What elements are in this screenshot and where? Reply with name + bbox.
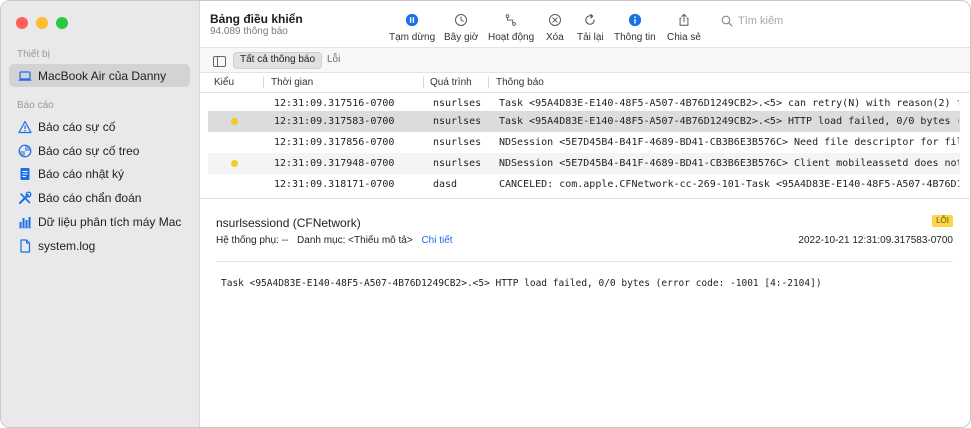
sidebar: Thiết bị MacBook Air của Danny Báo cáo B… [1,1,200,427]
row-process: nsurlsessiond [433,137,481,148]
column-divider[interactable] [423,76,424,88]
sidebar-item-label: Báo cáo sự cố [38,119,116,134]
sidebar-item-label: system.log [38,238,96,253]
column-header-process[interactable]: Quá trình [430,77,472,88]
column-divider[interactable] [263,76,264,88]
search-field [714,11,964,31]
section-label-reports: Báo cáo [17,100,54,111]
column-divider[interactable] [488,76,489,88]
row-process: nsurlsessiond [433,158,481,169]
divider [216,261,953,262]
error-indicator [231,118,238,125]
filter-bar: Tất cả thông báo Lỗi [200,47,970,73]
bar-chart-icon [18,215,32,229]
sidebar-item-diagnostic-reports[interactable]: Báo cáo chẩn đoán [9,186,190,209]
row-message: NDSession <5E7D45B4-B41F-4689-BD41-CB3B6… [499,158,959,169]
detail-message: Task <95A4D83E-E140-48F5-A507-4B76D1249C… [221,278,822,289]
details-link[interactable]: Chi tiết [421,235,452,246]
reload-button[interactable]: Tải lại [577,12,604,43]
row-process: dasd [433,179,458,190]
filter-all-messages[interactable]: Tất cả thông báo [233,52,323,69]
detail-meta: Hệ thống phụ: -- Danh mục: <Thiếu mô tả>… [216,235,453,246]
sidebar-item-label: MacBook Air của Danny [38,68,167,83]
clock-arrow-icon [453,12,469,28]
laptop-icon [18,69,32,83]
spinner-icon [18,144,32,158]
table-row[interactable]: 12:31:09.317948-0700 nsurlsessiond NDSes… [208,153,960,174]
clear-button[interactable]: Xóa [546,12,564,43]
message-count: 94.089 thông báo [210,26,288,37]
table-row[interactable]: 12:31:09.318171-0700 dasd CANCELED: com.… [208,174,960,195]
toolbar: Bảng điều khiển 94.089 thông báo Tạm dừn… [200,1,970,47]
file-icon [18,238,32,253]
subsystem-label: Hệ thống phụ: -- [216,235,289,246]
detail-pane: nsurlsessiond (CFNetwork) LỖI Hệ thống p… [200,198,970,427]
category-label: Danh mục: <Thiếu mô tả> [297,235,413,246]
sidebar-item-label: Báo cáo nhật ký [38,166,125,181]
row-time: 12:31:09.317516-0700 [274,98,395,109]
row-process: nsurlsessiond [433,116,481,127]
row-message: NDSession <5E7D45B4-B41F-4689-BD41-CB3B6… [499,137,959,148]
pause-button[interactable]: Tạm dừng [389,12,435,43]
pause-icon [404,12,420,28]
warning-icon [18,120,32,134]
filter-errors[interactable]: Lỗi [321,52,346,67]
search-input[interactable] [714,11,964,31]
row-message: CANCELED: com.apple.CFNetwork-cc-269-101… [499,179,959,190]
row-time: 12:31:09.317856-0700 [274,137,395,148]
sidebar-item-log-reports[interactable]: Báo cáo nhật ký [9,162,190,185]
activity-icon [503,12,519,28]
document-icon [18,167,32,181]
console-window: Thiết bị MacBook Air của Danny Báo cáo B… [0,0,971,428]
sidebar-item-label: Báo cáo sự cố treo [38,143,140,158]
window-controls [16,17,68,29]
sidebar-item-spin-reports[interactable]: Báo cáo sự cố treo [9,139,190,162]
sidebar-item-device[interactable]: MacBook Air của Danny [9,64,190,87]
share-icon [676,12,692,28]
column-header-time[interactable]: Thời gian [271,77,313,88]
table-row[interactable]: 12:31:09.317856-0700 nsurlsessiond NDSes… [208,132,960,153]
close-window-button[interactable] [16,17,28,29]
sidebar-toggle-icon[interactable] [213,54,226,67]
row-time: 12:31:09.317583-0700 [274,116,395,127]
sidebar-item-label: Dữ liệu phân tích máy Mac [38,214,182,229]
info-icon [627,12,643,28]
row-message: Task <95A4D83E-E140-48F5-A507-4B76D1249C… [499,116,959,127]
reload-icon [582,12,598,28]
row-message: Task <95A4D83E-E140-48F5-A507-4B76D1249C… [499,98,959,109]
row-process: nsurlsessiond [433,98,481,109]
tools-icon [18,191,32,205]
sidebar-item-mac-analytics[interactable]: Dữ liệu phân tích máy Mac [9,210,190,233]
column-header-message[interactable]: Thông báo [496,77,544,88]
error-indicator [231,160,238,167]
row-time: 12:31:09.318171-0700 [274,179,395,190]
row-time: 12:31:09.317948-0700 [274,158,395,169]
activities-button[interactable]: Hoạt động [488,12,534,43]
column-header-type[interactable]: Kiểu [214,77,234,88]
sidebar-item-crash-reports[interactable]: Báo cáo sự cố [9,115,190,138]
detail-timestamp: 2022-10-21 12:31:09.317583-0700 [798,235,953,246]
detail-title: nsurlsessiond (CFNetwork) [216,216,361,230]
page-title: Bảng điều khiển [210,12,303,26]
table-row[interactable]: 12:31:09.317583-0700 nsurlsessiond Task … [208,111,960,132]
section-label-devices: Thiết bị [17,49,50,60]
zoom-window-button[interactable] [56,17,68,29]
sidebar-item-label: Báo cáo chẩn đoán [38,190,142,205]
share-button[interactable]: Chia sẻ [667,12,701,43]
table-header: Kiểu Thời gian Quá trình Thông báo [200,72,970,93]
info-button[interactable]: Thông tin [614,12,656,43]
sidebar-item-system-log[interactable]: system.log [9,234,190,257]
minimize-window-button[interactable] [36,17,48,29]
clear-icon [547,12,563,28]
status-badge: LỖI [932,215,953,227]
now-button[interactable]: Bây giờ [444,12,478,43]
